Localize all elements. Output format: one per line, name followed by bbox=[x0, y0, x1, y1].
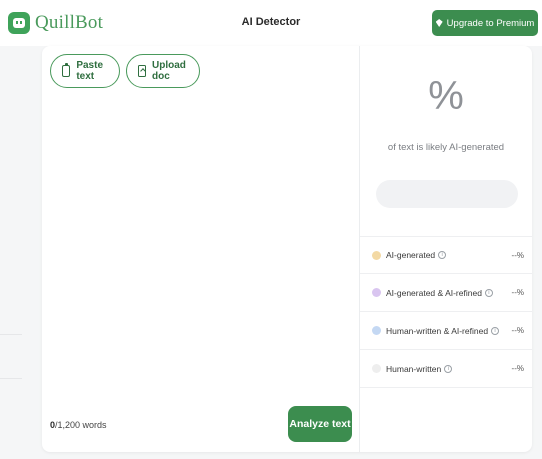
detector-card: Paste text Upload doc 0/1,200 words Anal… bbox=[42, 46, 532, 452]
top-bar: QuillBot AI Detector Upgrade to Premium bbox=[0, 0, 542, 46]
category-value: --% bbox=[511, 288, 524, 297]
category-label: Human-written & AI-refined bbox=[386, 325, 489, 336]
category-row-ai-generated: AI-generated i --% bbox=[360, 236, 532, 274]
category-label: AI-generated bbox=[386, 250, 436, 260]
clipboard-icon bbox=[62, 63, 71, 77]
info-icon[interactable]: i bbox=[491, 326, 500, 335]
gem-icon bbox=[435, 19, 443, 27]
category-row-ai-generated-refined: AI-generated & AI-refined i --% bbox=[360, 274, 532, 312]
upload-doc-label: Upload doc bbox=[152, 60, 186, 82]
divider bbox=[0, 334, 22, 335]
legend-dot bbox=[372, 364, 381, 373]
result-panel: % of text is likely AI-generated AI-gene… bbox=[360, 46, 532, 452]
info-icon[interactable]: i bbox=[444, 364, 453, 373]
legend-dot bbox=[372, 250, 381, 260]
analyze-text-button[interactable]: Analyze text bbox=[288, 406, 352, 442]
upload-doc-icon bbox=[138, 65, 147, 77]
paste-text-button[interactable]: Paste text bbox=[50, 54, 120, 88]
category-row-human-written: Human-written i --% bbox=[360, 350, 532, 388]
category-list: AI-generated i --% AI-generated & AI-ref… bbox=[360, 236, 532, 388]
info-icon[interactable]: i bbox=[484, 288, 493, 297]
category-label: AI-generated & AI-refined bbox=[386, 287, 482, 298]
category-value: --% bbox=[511, 364, 524, 373]
word-count: 0/1,200 words bbox=[50, 420, 107, 430]
legend-dot bbox=[372, 326, 381, 335]
upgrade-premium-button[interactable]: Upgrade to Premium bbox=[432, 10, 538, 36]
result-bar bbox=[376, 180, 518, 208]
result-subtitle: of text is likely AI-generated bbox=[387, 142, 505, 153]
paste-text-label: Paste text bbox=[76, 60, 104, 82]
category-row-human-written-refined: Human-written & AI-refined i --% bbox=[360, 312, 532, 350]
text-input[interactable] bbox=[50, 98, 350, 398]
legend-dot bbox=[372, 288, 381, 297]
ai-percentage: % bbox=[428, 74, 464, 118]
editor-panel: Paste text Upload doc 0/1,200 words Anal… bbox=[42, 46, 360, 452]
upgrade-premium-label: Upgrade to Premium bbox=[446, 17, 535, 29]
info-icon[interactable]: i bbox=[438, 251, 447, 259]
category-value: --% bbox=[511, 326, 524, 335]
word-count-limit: /1,200 words bbox=[55, 420, 107, 430]
upload-doc-button[interactable]: Upload doc bbox=[126, 54, 200, 88]
category-value: --% bbox=[511, 250, 524, 260]
divider bbox=[0, 378, 22, 379]
category-label: Human-written bbox=[386, 363, 442, 374]
